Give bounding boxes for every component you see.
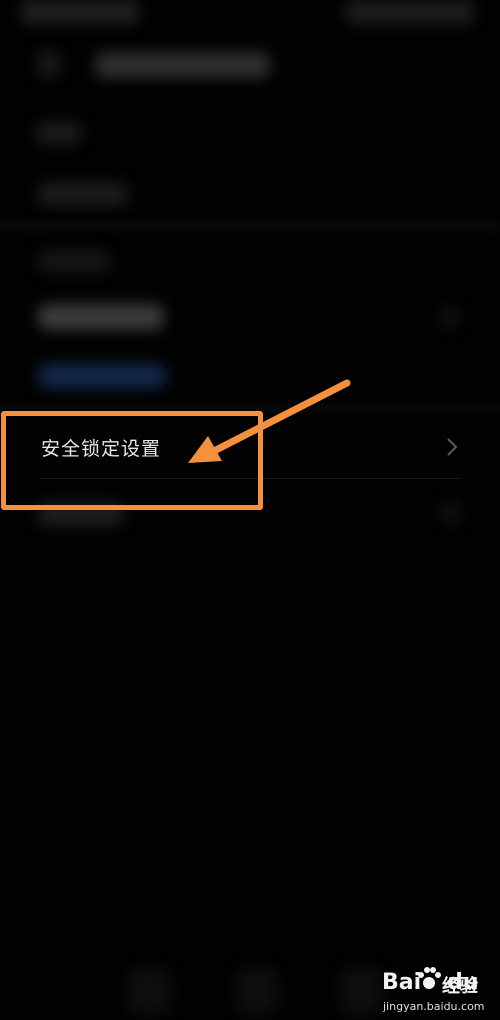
annotation-highlight-box [1,411,263,510]
settings-screen: 安全锁定设置 Bai du 经验 jingyan.baidu.com [0,0,500,1020]
chevron-right-icon [447,438,458,456]
nav-button-blurred[interactable] [128,968,170,1014]
back-button-blurred[interactable] [38,50,60,78]
list-item-blurred[interactable] [36,122,82,144]
section-separator [0,222,500,230]
list-item-blurred[interactable] [38,304,164,330]
baidu-jingyan-watermark: Bai du 经验 jingyan.baidu.com [380,962,498,1020]
nav-button-blurred[interactable] [340,968,382,1014]
status-bar-left-blurred [20,0,140,24]
watermark-url: jingyan.baidu.com [383,1000,485,1013]
chevron-right-icon [440,306,460,328]
list-item-blurred[interactable] [38,182,128,206]
paw-logo-icon [418,967,441,989]
status-bar-right-blurred [345,0,475,24]
page-title-blurred [95,52,270,78]
chevron-right-icon [440,502,460,524]
link-blurred[interactable] [38,364,166,388]
list-item-blurred[interactable] [38,250,110,272]
watermark-brand-cn: 经验 [442,976,478,997]
nav-button-blurred[interactable] [236,968,278,1014]
